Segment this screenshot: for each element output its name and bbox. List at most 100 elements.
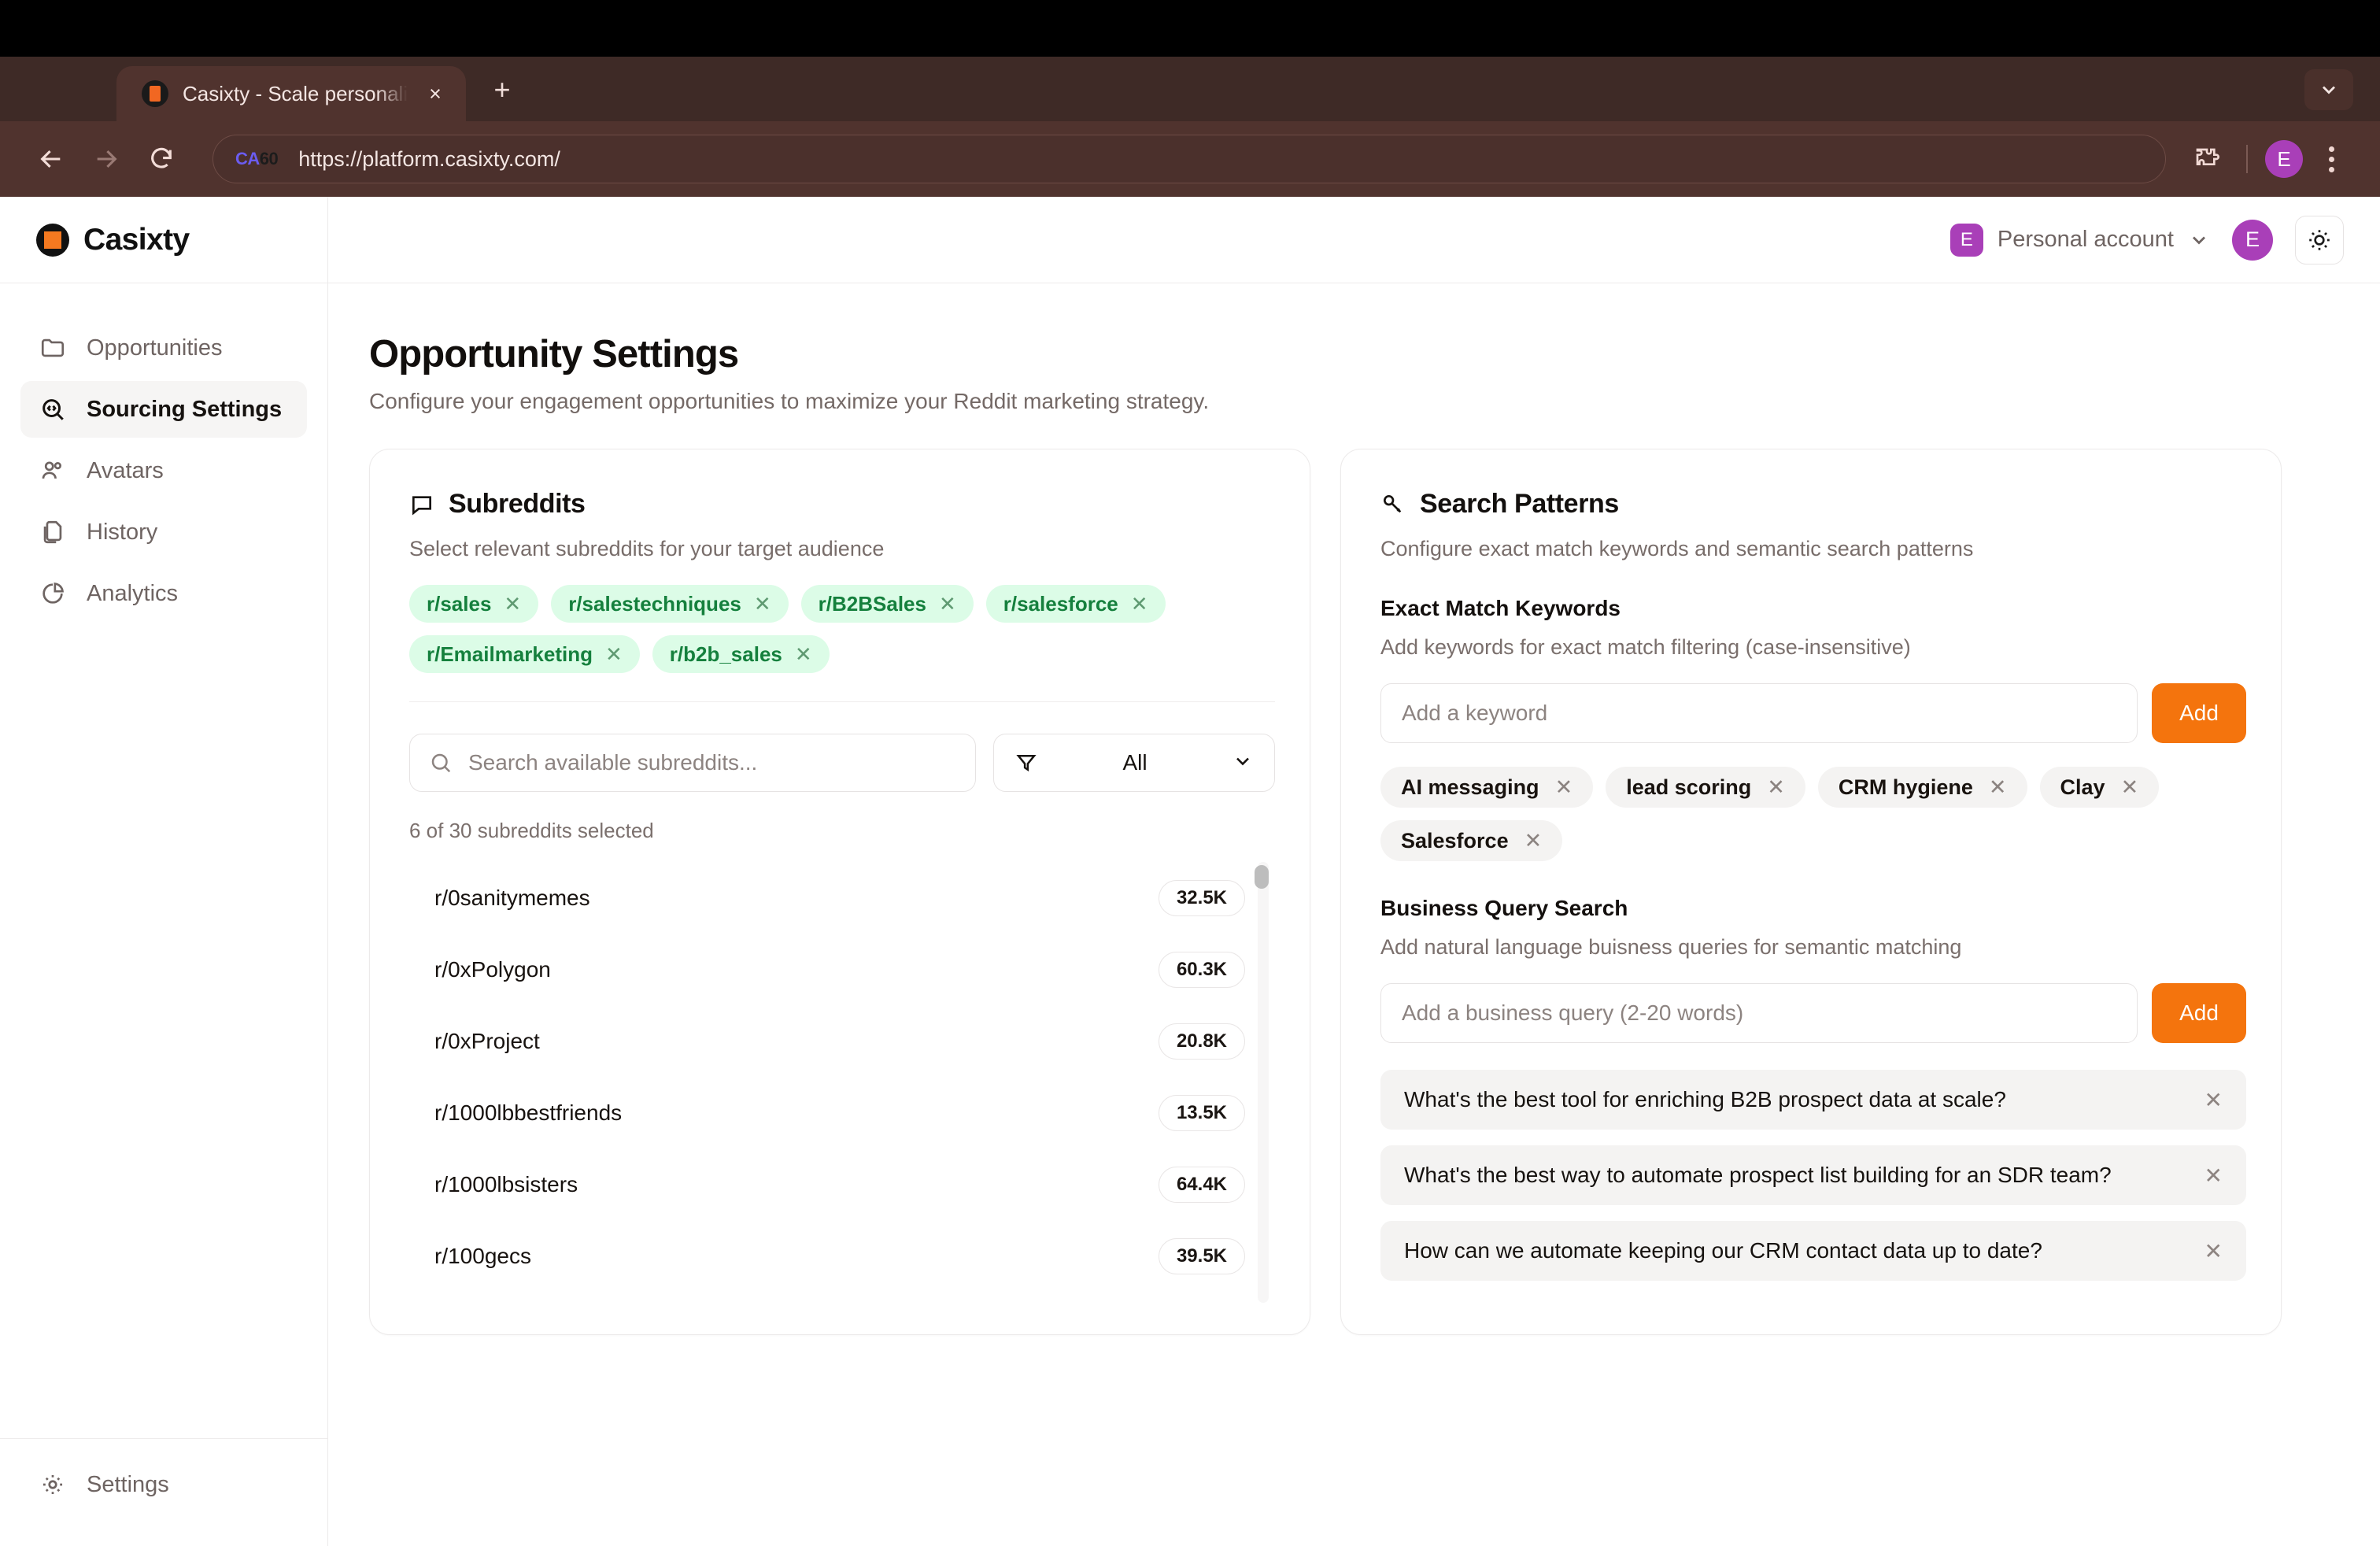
keyword-chip[interactable]: AI messaging ✕ <box>1380 767 1594 808</box>
subreddits-card-title: Subreddits <box>449 489 586 519</box>
search-patterns-card: Search Patterns Configure exact match ke… <box>1340 449 2282 1335</box>
remove-chip-icon[interactable]: ✕ <box>1767 775 1785 800</box>
url-text: https://platform.casixty.com/ <box>298 146 560 171</box>
remove-query-icon[interactable]: ✕ <box>2204 1238 2223 1264</box>
business-query-help: Add natural language buisness queries fo… <box>1380 935 1962 959</box>
user-avatar[interactable]: E <box>2232 219 2273 261</box>
sidebar-item-label: Avatars <box>87 457 164 483</box>
list-item[interactable]: r/0xPolygon 60.3K <box>409 934 1248 1005</box>
keyword-chip[interactable]: CRM hygiene ✕ <box>1817 767 2027 808</box>
sidebar-item-sourcing-settings[interactable]: Sourcing Settings <box>20 381 307 438</box>
add-keyword-button[interactable]: Add <box>2152 683 2246 743</box>
tab-list-chevron-down-icon[interactable] <box>2304 69 2353 110</box>
back-arrow-icon[interactable] <box>27 135 76 183</box>
subreddits-card-header: Subreddits <box>409 489 1275 520</box>
sidebar-item-analytics[interactable]: Analytics <box>20 565 307 622</box>
remove-query-icon[interactable]: ✕ <box>2204 1087 2223 1113</box>
list-item[interactable]: r/0xProject 20.8K <box>409 1005 1248 1077</box>
add-business-query-button[interactable]: Add <box>2152 983 2246 1043</box>
subreddit-chip[interactable]: r/b2b_sales ✕ <box>652 635 830 673</box>
remove-chip-icon[interactable]: ✕ <box>605 642 623 667</box>
app-root: Casixty Opportunities Sourcing Settings … <box>0 197 2380 1546</box>
filter-select-value: All <box>1122 750 1148 775</box>
page-content: Opportunity Settings Configure your enga… <box>328 283 2380 1546</box>
list-item[interactable]: r/0sanitymemes 32.5K <box>409 862 1248 934</box>
account-switcher[interactable]: E Personal account <box>1949 223 2210 257</box>
reload-icon[interactable] <box>137 135 186 183</box>
extensions-puzzle-icon[interactable] <box>2185 137 2229 181</box>
member-count-badge: 13.5K <box>1158 1094 1245 1131</box>
remove-chip-icon[interactable]: ✕ <box>1555 775 1573 800</box>
remove-chip-icon[interactable]: ✕ <box>1989 775 2007 800</box>
business-query-text: What's the best tool for enriching B2B p… <box>1404 1087 2006 1111</box>
search-icon <box>431 753 451 773</box>
remove-chip-icon[interactable]: ✕ <box>1524 829 1543 853</box>
remove-chip-icon[interactable]: ✕ <box>504 592 521 616</box>
browser-window: Casixty - Scale personalized s × + CA60 … <box>0 0 2380 1546</box>
list-item[interactable]: r/100gecs 39.5K <box>409 1220 1248 1292</box>
sidebar-item-settings[interactable]: Settings <box>20 1456 307 1513</box>
list-item[interactable]: What's the best way to automate prospect… <box>1380 1145 2246 1205</box>
keyword-chips: AI messaging ✕ lead scoring ✕ CRM hygien… <box>1380 767 2246 861</box>
subreddit-name: r/100gecs <box>434 1243 531 1268</box>
list-item[interactable]: r/100Kanojo 20.0K <box>409 1292 1248 1303</box>
browser-menu-icon[interactable] <box>2309 137 2353 181</box>
brand-logo-block[interactable]: Casixty <box>0 197 327 283</box>
profile-avatar[interactable]: E <box>2265 140 2303 178</box>
search-input[interactable] <box>468 750 975 775</box>
address-bar[interactable]: CA60 https://platform.casixty.com/ <box>213 135 2166 183</box>
list-item[interactable]: What's the best tool for enriching B2B p… <box>1380 1070 2246 1130</box>
subreddit-chip-label: r/b2b_sales <box>669 642 782 666</box>
business-query-input[interactable] <box>1380 983 2138 1043</box>
chevron-down-icon <box>2188 229 2210 251</box>
tab-close-icon[interactable]: × <box>422 80 449 107</box>
browser-tab[interactable]: Casixty - Scale personalized s × <box>116 66 466 121</box>
remove-chip-icon[interactable]: ✕ <box>754 592 771 616</box>
remove-query-icon[interactable]: ✕ <box>2204 1163 2223 1189</box>
sidebar-item-label: History <box>87 519 158 545</box>
subreddit-chip-label: r/Emailmarketing <box>427 642 593 666</box>
subreddit-list-wrapper: r/0sanitymemes 32.5K r/0xPolygon 60.3K r… <box>409 862 1275 1303</box>
keyword-chip[interactable]: Salesforce ✕ <box>1380 820 1563 861</box>
sidebar-footer: Settings <box>0 1438 327 1546</box>
remove-chip-icon[interactable]: ✕ <box>2121 775 2139 800</box>
subreddit-chip[interactable]: r/Emailmarketing ✕ <box>409 635 640 673</box>
account-avatar: E <box>1949 223 1983 257</box>
remove-chip-icon[interactable]: ✕ <box>939 592 956 616</box>
subreddit-chip[interactable]: r/B2BSales ✕ <box>800 585 974 623</box>
subreddit-list[interactable]: r/0sanitymemes 32.5K r/0xPolygon 60.3K r… <box>409 862 1275 1303</box>
keyword-chip-label: AI messaging <box>1401 775 1539 799</box>
forward-arrow-icon[interactable] <box>82 135 131 183</box>
keyword-chip[interactable]: Clay ✕ <box>2039 767 2160 808</box>
window-titlebar <box>0 0 2380 57</box>
list-item[interactable]: How can we automate keeping our CRM cont… <box>1380 1221 2246 1281</box>
sidebar-item-label: Analytics <box>87 580 179 606</box>
toolbar-divider <box>2246 145 2248 173</box>
keyword-input[interactable] <box>1380 683 2138 743</box>
keyword-chip[interactable]: lead scoring ✕ <box>1606 767 1805 808</box>
subreddit-chip[interactable]: r/salestechniques ✕ <box>551 585 789 623</box>
search-input-wrapper[interactable] <box>409 734 976 792</box>
sidebar-item-avatars[interactable]: Avatars <box>20 442 307 499</box>
theme-toggle-button[interactable] <box>2295 215 2344 264</box>
subreddits-card-description: Select relevant subreddits for your targ… <box>409 537 885 560</box>
filter-select[interactable]: All <box>993 734 1275 792</box>
list-item[interactable]: r/1000lbsisters 64.4K <box>409 1148 1248 1220</box>
remove-chip-icon[interactable]: ✕ <box>1131 592 1148 616</box>
new-tab-button[interactable]: + <box>485 72 519 107</box>
sidebar-item-opportunities[interactable]: Opportunities <box>20 320 307 376</box>
tab-strip: Casixty - Scale personalized s × + <box>0 57 2380 121</box>
subreddit-chip[interactable]: r/sales ✕ <box>409 585 539 623</box>
business-query-text: What's the best way to automate prospect… <box>1404 1163 2112 1187</box>
sidebar-item-history[interactable]: History <box>20 504 307 560</box>
list-scrollbar-track[interactable] <box>1258 862 1269 1303</box>
subreddit-chip[interactable]: r/salesforce ✕ <box>985 585 1166 623</box>
key-icon <box>1384 494 1402 512</box>
subreddit-chip-label: r/sales <box>427 591 492 616</box>
list-scrollbar-thumb[interactable] <box>1255 865 1269 889</box>
files-icon <box>43 520 62 544</box>
list-item[interactable]: r/1000lbbestfriends 13.5K <box>409 1077 1248 1148</box>
subreddits-card: Subreddits Select relevant subreddits fo… <box>369 449 1310 1335</box>
sidebar-item-label: Settings <box>87 1471 169 1497</box>
remove-chip-icon[interactable]: ✕ <box>795 642 812 667</box>
